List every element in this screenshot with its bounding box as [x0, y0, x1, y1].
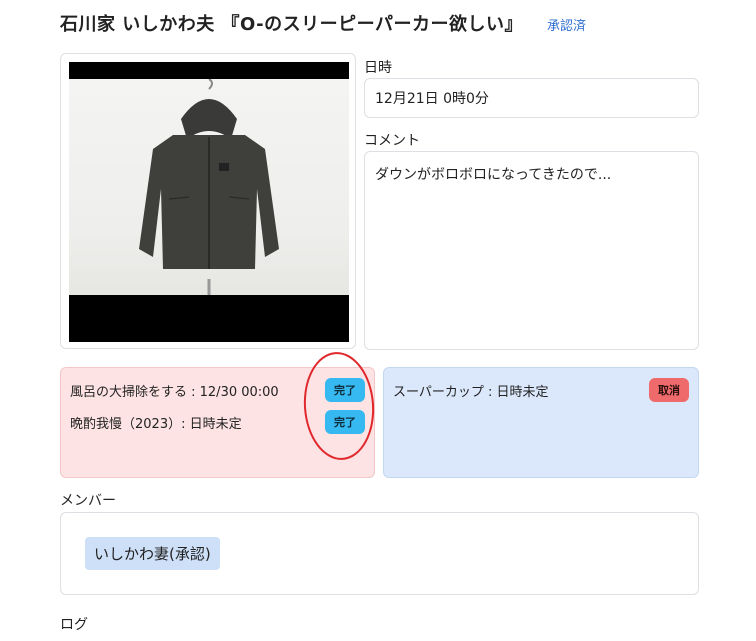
- task-row: 風呂の大掃除をする : 12/30 00:00 完了: [70, 378, 365, 402]
- task-row: スーパーカップ : 日時未定 取消: [393, 378, 689, 402]
- datetime-label: 日時: [364, 60, 392, 76]
- approval-status-link[interactable]: 承認済: [547, 15, 586, 34]
- task-text: 風呂の大掃除をする : 12/30 00:00: [70, 384, 279, 400]
- done-button[interactable]: 完了: [325, 378, 365, 402]
- photo-card: [60, 53, 356, 349]
- photo-background: [69, 78, 349, 295]
- members-label: メンバー: [60, 493, 116, 509]
- datetime-field[interactable]: 12月21日 0時0分: [364, 78, 699, 118]
- comment-field[interactable]: ダウンがボロボロになってきたので...: [364, 151, 699, 350]
- jacket-icon: [139, 78, 279, 295]
- log-label: ログ: [60, 617, 88, 633]
- members-box: いしかわ妻(承認): [60, 512, 699, 595]
- page-title: 石川家 いしかわ夫 『O-のスリーピーパーカー欲しい』: [60, 14, 523, 35]
- comment-label: コメント: [364, 133, 420, 149]
- member-chip[interactable]: いしかわ妻(承認): [85, 537, 220, 570]
- task-text: 晩酌我慢（2023）: 日時未定: [70, 416, 242, 432]
- task-text: スーパーカップ : 日時未定: [393, 384, 549, 400]
- jacket-photo: [69, 62, 349, 342]
- page-header: 石川家 いしかわ夫 『O-のスリーピーパーカー欲しい』 承認済: [60, 10, 586, 36]
- task-row: 晩酌我慢（2023）: 日時未定 完了: [70, 410, 365, 434]
- done-button[interactable]: 完了: [325, 410, 365, 434]
- cancel-button[interactable]: 取消: [649, 378, 689, 402]
- task-card-blue: スーパーカップ : 日時未定 取消: [383, 367, 699, 478]
- task-card-pink: 風呂の大掃除をする : 12/30 00:00 完了 晩酌我慢（2023）: 日…: [60, 367, 375, 478]
